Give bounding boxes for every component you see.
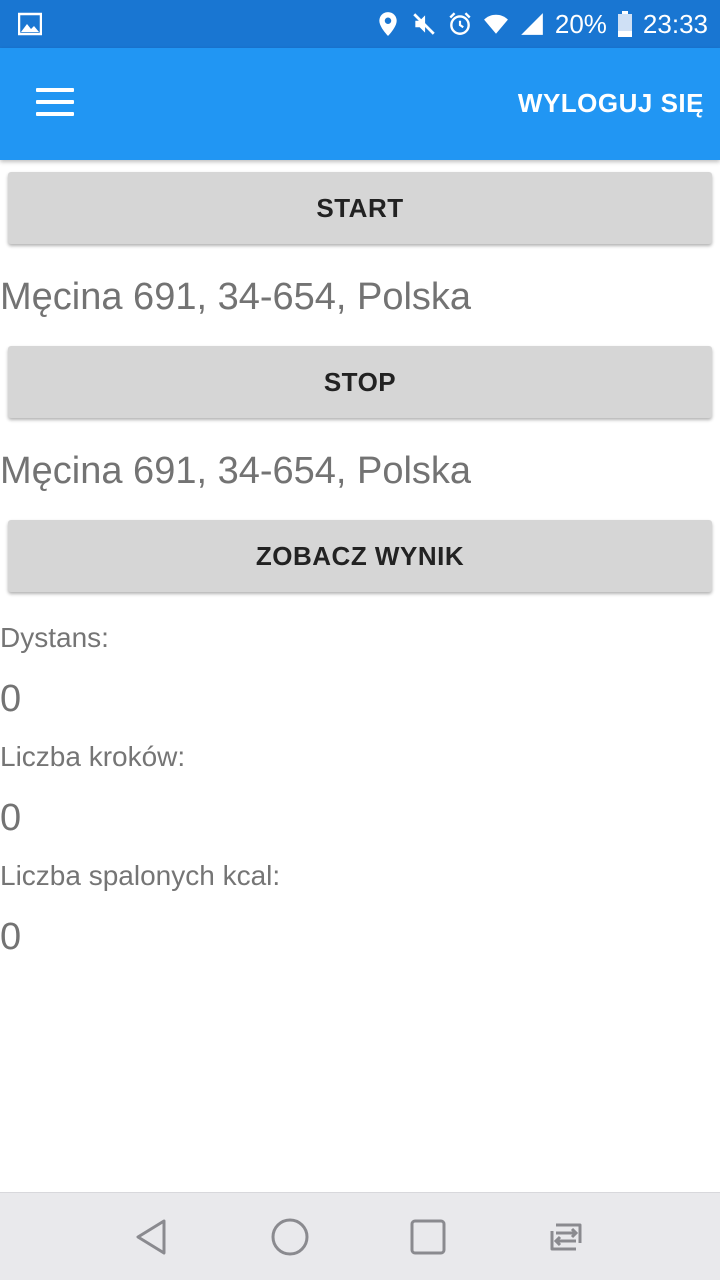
start-address: Męcina 691, 34-654, Polska [0,276,472,318]
distance-label: Dystans: [0,622,109,653]
hamburger-menu-icon[interactable] [36,88,76,120]
back-icon[interactable] [128,1213,176,1261]
alarm-icon [449,12,471,35]
app-bar: WYLOGUJ SIĘ [0,48,720,160]
wifi-icon [483,14,508,34]
clock: 23:33 [642,8,708,39]
switch-apps-icon[interactable] [542,1213,590,1261]
kcal-value: 0 [0,916,22,958]
recents-icon[interactable] [404,1213,452,1261]
navigation-bar [0,1192,720,1280]
logout-button[interactable]: WYLOGUJ SIĘ [518,88,704,124]
distance-value: 0 [0,678,22,720]
battery-percent: 20% [554,8,607,39]
steps-label: Liczba kroków: [0,741,186,772]
home-icon[interactable] [266,1213,314,1261]
start-button[interactable]: START [8,172,712,244]
mute-icon [413,13,435,35]
location-icon [379,12,397,36]
stop-button[interactable]: STOP [8,346,712,418]
kcal-label: Liczba spalonych kcal: [0,860,281,891]
status-bar: 20% 23:33 [0,0,720,48]
image-icon [18,12,42,36]
steps-value: 0 [0,797,22,839]
stop-address: Męcina 691, 34-654, Polska [0,450,472,492]
view-result-button[interactable]: ZOBACZ WYNIK [8,520,712,592]
battery-icon [617,11,632,37]
signal-icon [521,13,543,35]
